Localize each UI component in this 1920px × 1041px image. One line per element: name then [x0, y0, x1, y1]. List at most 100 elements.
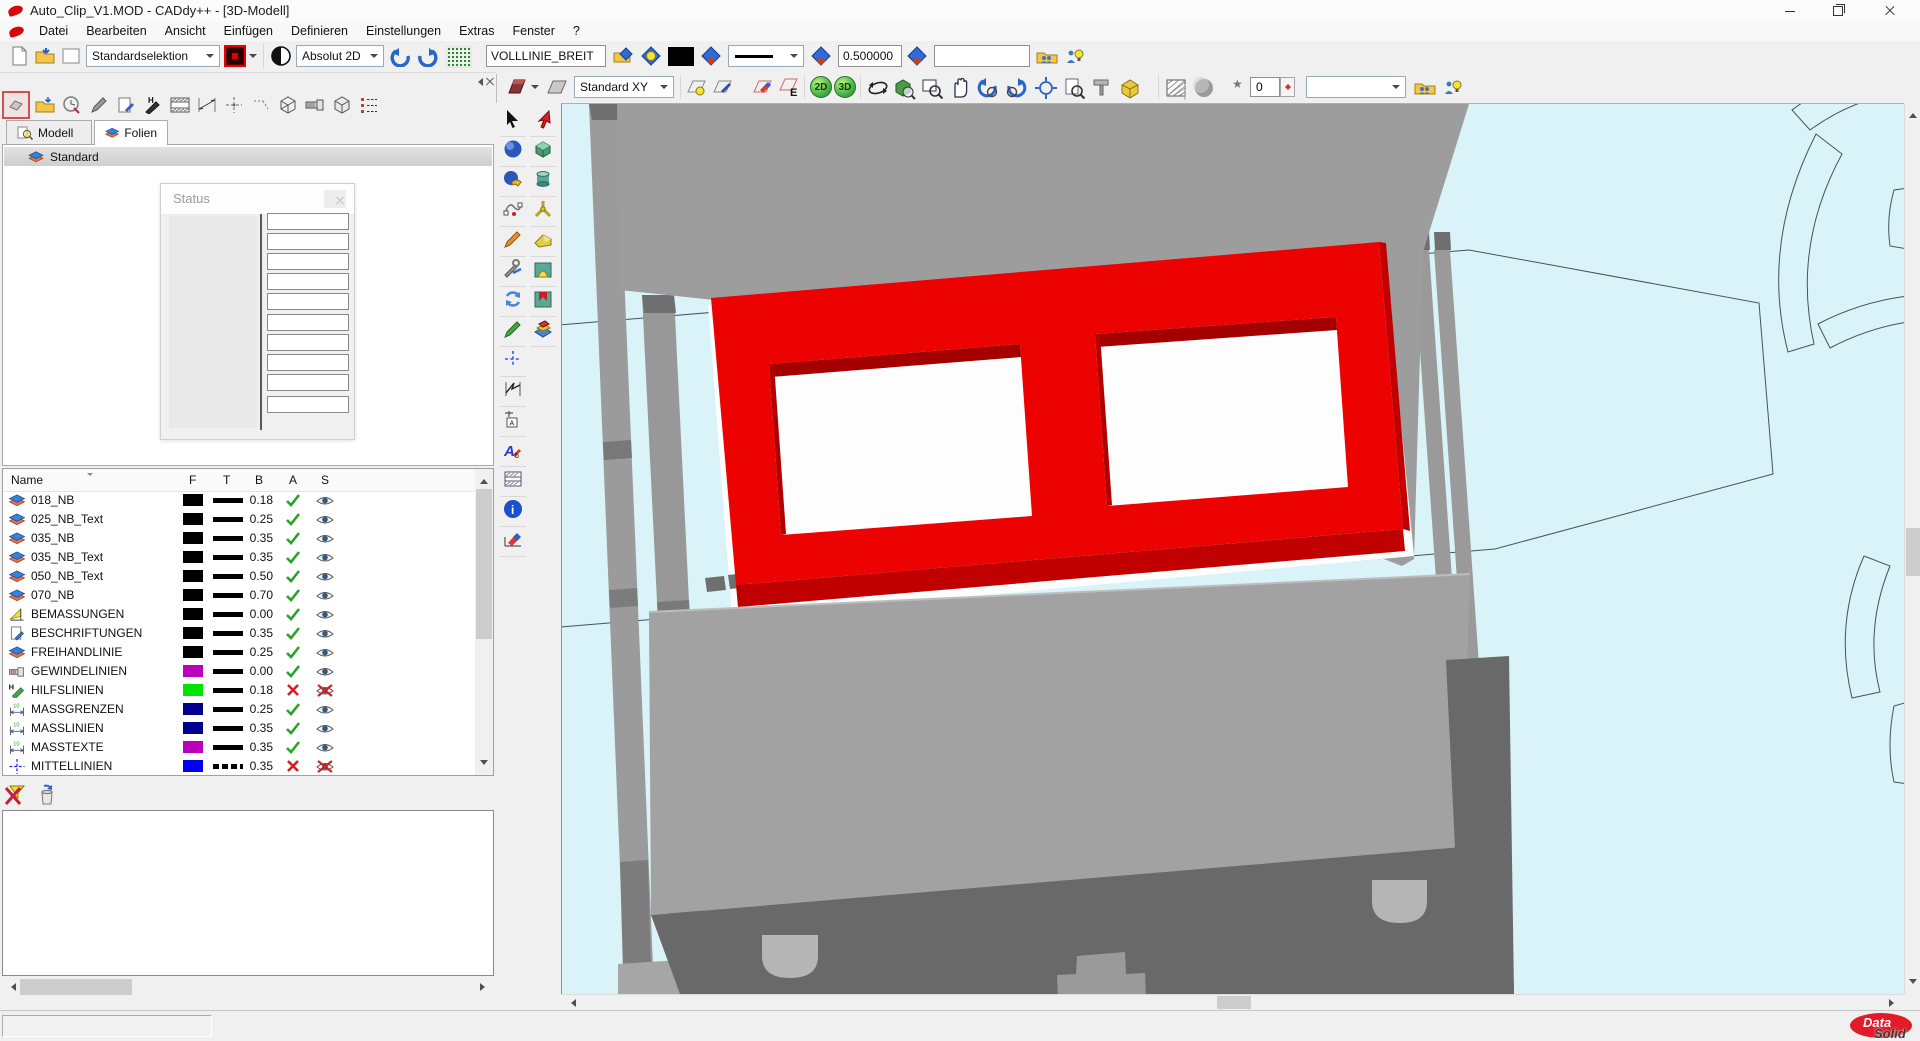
shading-sphere-button[interactable]: [1192, 76, 1216, 100]
viewport-hscrollbar[interactable]: [561, 994, 1904, 1010]
col-b[interactable]: B: [255, 473, 263, 487]
layer-linestyle[interactable]: [213, 764, 243, 769]
line-color-swatch[interactable]: [668, 47, 694, 66]
layer-linestyle[interactable]: [213, 707, 243, 712]
grid-button[interactable]: [446, 46, 472, 68]
layer-linestyle[interactable]: [213, 574, 243, 579]
wire-box-button[interactable]: [276, 93, 300, 117]
hatch-mode-button[interactable]: [1164, 76, 1188, 100]
visible-eye-icon[interactable]: [315, 722, 335, 735]
contrast-button[interactable]: [270, 45, 292, 67]
linetype-field[interactable]: VOLLLINIE_BREIT: [486, 45, 606, 67]
group-folder-button[interactable]: [1036, 45, 1058, 67]
active-check-icon[interactable]: [285, 626, 301, 640]
layer-color-swatch[interactable]: [183, 532, 203, 544]
layer-row[interactable]: 10MASSGRENZEN0.25: [3, 700, 475, 719]
layer-color-swatch[interactable]: [183, 589, 203, 601]
col-a[interactable]: A: [289, 473, 297, 487]
group-folder-button[interactable]: [1414, 76, 1436, 98]
col-t[interactable]: T: [223, 473, 230, 487]
scroll-up-icon[interactable]: [480, 475, 488, 484]
layer-linestyle[interactable]: [213, 650, 243, 655]
hidden-eye-icon[interactable]: [315, 760, 335, 773]
view-2d-button[interactable]: 2D: [810, 76, 832, 98]
layer-row[interactable]: 035_NB0.35: [3, 529, 475, 548]
layer-new-note-button[interactable]: [114, 93, 138, 117]
layer-row[interactable]: FREIHANDLINIE0.25: [3, 643, 475, 662]
group-lamp-button[interactable]: [1064, 45, 1086, 67]
layer-row[interactable]: 018_NB0.18: [3, 491, 475, 510]
rotate-button[interactable]: [500, 287, 526, 317]
col-name[interactable]: Name: [11, 473, 43, 487]
coordinate-mode-combo[interactable]: Absolut 2D: [296, 45, 384, 67]
scroll-left-icon[interactable]: [7, 983, 16, 991]
plane-edit-button[interactable]: [712, 76, 734, 98]
redraw-button[interactable]: [1090, 76, 1114, 100]
pencil-orange-button[interactable]: [500, 227, 526, 257]
tools-button[interactable]: [500, 257, 526, 287]
menu-einfuegen[interactable]: Einfügen: [215, 22, 282, 41]
visible-eye-icon[interactable]: [315, 646, 335, 659]
linestyle-apply-button[interactable]: [810, 45, 832, 67]
favorite-star-icon[interactable]: ★: [1232, 77, 1243, 91]
table-scrollbar-thumb[interactable]: [476, 489, 492, 639]
menu-einstellungen[interactable]: Einstellungen: [357, 22, 450, 41]
layer-linestyle[interactable]: [213, 612, 243, 617]
active-check-icon[interactable]: [285, 493, 301, 507]
layer-linestyle[interactable]: [213, 517, 243, 522]
pencil-green-button[interactable]: [500, 317, 526, 347]
active-check-icon[interactable]: [285, 531, 301, 545]
restore-button[interactable]: [1816, 0, 1860, 22]
plane-flat-button[interactable]: [546, 76, 568, 98]
aux-field[interactable]: [934, 45, 1030, 67]
dimension-lines-button[interactable]: [195, 93, 219, 117]
eraser-chart-button[interactable]: [500, 527, 526, 557]
tree-item-standard[interactable]: Standard: [4, 147, 492, 166]
viewport-canvas[interactable]: [561, 103, 1904, 994]
col-f[interactable]: F: [189, 473, 196, 487]
panel-hscrollbar[interactable]: [2, 978, 494, 996]
layer-row[interactable]: BEMASSUNGEN0.00: [3, 605, 475, 624]
redo-button[interactable]: [416, 45, 438, 67]
measure-frame-button[interactable]: A: [500, 407, 526, 437]
active-check-icon[interactable]: [285, 702, 301, 716]
status-field[interactable]: [267, 293, 349, 310]
layer-wedge-button[interactable]: [530, 317, 556, 347]
new-document-button[interactable]: [8, 45, 30, 67]
sphere-edit-button[interactable]: [500, 167, 526, 197]
info-button[interactable]: i: [500, 497, 526, 527]
status-field[interactable]: [267, 314, 349, 331]
arch-button[interactable]: [530, 257, 556, 287]
visible-eye-icon[interactable]: [315, 589, 335, 602]
layer-row[interactable]: 070_NB0.70: [3, 586, 475, 605]
visible-eye-icon[interactable]: [315, 741, 335, 754]
scroll-left-icon[interactable]: [567, 999, 576, 1007]
status-dialog-close-button[interactable]: [324, 190, 346, 208]
layer-linestyle[interactable]: [213, 669, 243, 674]
status-field[interactable]: [267, 354, 349, 371]
zoom-window-button[interactable]: [920, 76, 944, 100]
bolt-button[interactable]: [303, 93, 327, 117]
status-dialog-titlebar[interactable]: Status: [161, 184, 354, 215]
active-check-icon[interactable]: [285, 740, 301, 754]
layer-color-swatch[interactable]: [183, 741, 203, 753]
viewport-vscrollbar[interactable]: [1904, 103, 1920, 994]
layer-linestyle[interactable]: [213, 555, 243, 560]
layer-edit-button[interactable]: [87, 93, 111, 117]
layer-linestyle[interactable]: [213, 631, 243, 636]
scroll-right-icon[interactable]: [480, 983, 489, 991]
layer-linestyle[interactable]: [213, 688, 243, 693]
scroll-up-icon[interactable]: [1909, 109, 1917, 118]
workplane-button[interactable]: [506, 76, 528, 98]
visible-eye-icon[interactable]: [315, 513, 335, 526]
menu-definieren[interactable]: Definieren: [282, 22, 357, 41]
zoom-page-button[interactable]: [1062, 76, 1086, 100]
centerline-button[interactable]: [222, 93, 246, 117]
layer-row[interactable]: 035_NB_Text0.35: [3, 548, 475, 567]
status-field[interactable]: [267, 334, 349, 351]
layer-linestyle[interactable]: [213, 536, 243, 541]
active-check-icon[interactable]: [285, 569, 301, 583]
sheet-button[interactable]: [60, 45, 82, 67]
layer-linestyle[interactable]: [213, 726, 243, 731]
layer-color-swatch[interactable]: [183, 494, 203, 506]
